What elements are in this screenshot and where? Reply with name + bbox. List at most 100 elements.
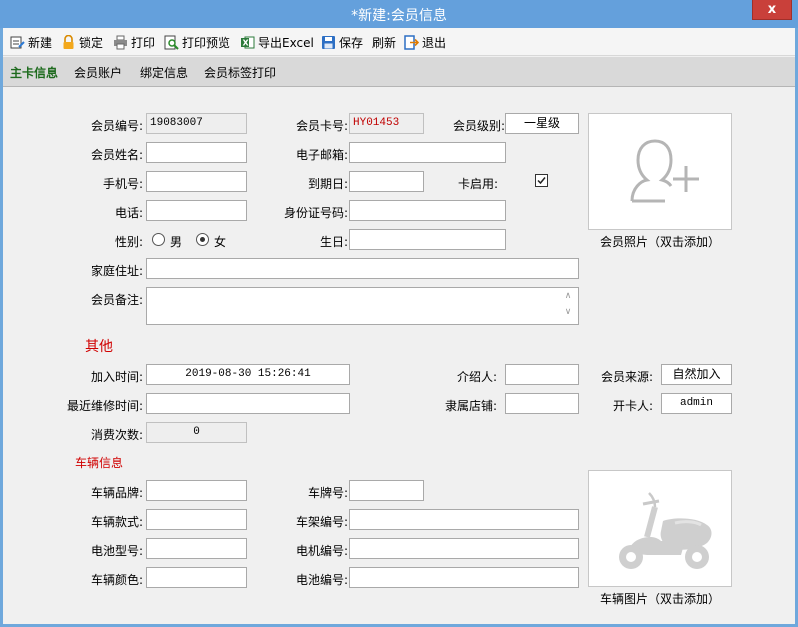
printer-icon bbox=[113, 35, 128, 50]
print-preview-label: 打印预览 bbox=[182, 35, 231, 50]
tab-bar: 主卡信息 会员账户 绑定信息 会员标签打印 bbox=[3, 57, 795, 87]
phone-field[interactable] bbox=[146, 200, 247, 221]
save-disk-icon bbox=[321, 35, 336, 50]
print-preview-button[interactable]: 打印预览 bbox=[164, 32, 230, 52]
referrer-label: 介绍人: bbox=[456, 370, 497, 384]
birthday-label: 生日: bbox=[319, 235, 348, 249]
gender-female-radio[interactable] bbox=[196, 233, 209, 246]
source-label: 会员来源: bbox=[600, 370, 653, 384]
level-label: 会员级别: bbox=[452, 119, 505, 133]
plate-field[interactable] bbox=[349, 480, 424, 501]
vehicle-model-label: 车辆款式: bbox=[90, 515, 143, 529]
email-label: 电子邮箱: bbox=[295, 148, 348, 162]
print-label: 打印 bbox=[131, 35, 156, 50]
tab-binding[interactable]: 绑定信息 bbox=[140, 64, 188, 81]
opener-field[interactable]: admin bbox=[661, 393, 732, 414]
opener-label: 开卡人: bbox=[612, 399, 653, 413]
vehicle-model-field[interactable] bbox=[146, 509, 247, 530]
battery-type-field[interactable] bbox=[146, 538, 247, 559]
source-field[interactable]: 自然加入 bbox=[661, 364, 732, 385]
app-window: *新建:会员信息 x 新建 锁定 打印 打印预览 X 导出Excel 保存 刷新… bbox=[0, 0, 798, 627]
birthday-field[interactable] bbox=[349, 229, 506, 250]
save-button[interactable]: 保存 bbox=[321, 32, 363, 52]
card-enabled-label: 卡启用: bbox=[457, 177, 498, 191]
email-field[interactable] bbox=[349, 142, 506, 163]
add-person-icon bbox=[630, 139, 699, 203]
client-area: 新建 锁定 打印 打印预览 X 导出Excel 保存 刷新 退出 主卡信息 会员… bbox=[3, 28, 795, 624]
tab-main-card[interactable]: 主卡信息 bbox=[10, 64, 58, 81]
exit-button[interactable]: 退出 bbox=[404, 32, 446, 52]
scroll-up-icon[interactable]: ∧ bbox=[561, 288, 575, 304]
join-time-field[interactable]: 2019-08-30 15:26:41 bbox=[146, 364, 350, 385]
battery-type-label: 电池型号: bbox=[90, 544, 143, 558]
export-excel-label: 导出Excel bbox=[258, 35, 314, 50]
mobile-label: 手机号: bbox=[102, 177, 143, 191]
print-button[interactable]: 打印 bbox=[113, 32, 155, 52]
refresh-label: 刷新 bbox=[372, 35, 397, 50]
vehicle-photo[interactable] bbox=[588, 470, 732, 587]
window-title: *新建:会员信息 bbox=[351, 8, 447, 24]
name-field[interactable] bbox=[146, 142, 247, 163]
consume-count-label: 消费次数: bbox=[90, 428, 143, 442]
member-photo-caption: 会员照片（双击添加） bbox=[599, 235, 720, 249]
scroll-down-icon[interactable]: ∨ bbox=[561, 304, 575, 320]
plate-label: 车牌号: bbox=[307, 486, 348, 500]
vehicle-color-label: 车辆颜色: bbox=[90, 573, 143, 587]
card-enabled-checkbox[interactable] bbox=[535, 174, 548, 187]
excel-icon: X bbox=[240, 35, 255, 50]
address-field[interactable] bbox=[146, 258, 579, 279]
lock-label: 锁定 bbox=[79, 35, 104, 50]
new-document-icon bbox=[10, 35, 25, 50]
close-button[interactable]: x bbox=[752, 0, 792, 20]
card-no-label: 会员卡号: bbox=[295, 119, 348, 133]
vehicle-brand-field[interactable] bbox=[146, 480, 247, 501]
tab-label-print[interactable]: 会员标签打印 bbox=[204, 64, 276, 81]
save-label: 保存 bbox=[339, 35, 364, 50]
lock-button[interactable]: 锁定 bbox=[61, 32, 103, 52]
store-label: 隶属店铺: bbox=[444, 399, 497, 413]
gender-male-radio[interactable] bbox=[152, 233, 165, 246]
vehicle-photo-caption: 车辆图片（双击添加） bbox=[599, 592, 720, 606]
name-label: 会员姓名: bbox=[90, 148, 143, 162]
new-label: 新建 bbox=[28, 35, 53, 50]
svg-text:X: X bbox=[243, 38, 250, 47]
mobile-field[interactable] bbox=[146, 171, 247, 192]
phone-label: 电话: bbox=[114, 206, 143, 220]
lock-icon bbox=[61, 34, 76, 50]
member-no-field[interactable]: 19083007 bbox=[146, 113, 247, 134]
gender-female-label: 女 bbox=[214, 235, 227, 249]
last-repair-label: 最近维修时间: bbox=[66, 399, 143, 413]
battery-no-field[interactable] bbox=[349, 567, 579, 588]
level-field[interactable]: 一星级 bbox=[505, 113, 579, 134]
print-preview-icon bbox=[164, 35, 179, 50]
remark-scrollbar[interactable]: ∧ ∨ bbox=[561, 288, 575, 322]
address-label: 家庭住址: bbox=[90, 264, 143, 278]
frame-no-field[interactable] bbox=[349, 509, 579, 530]
motor-no-label: 电机编号: bbox=[295, 544, 348, 558]
motor-no-field[interactable] bbox=[349, 538, 579, 559]
vehicle-brand-label: 车辆品牌: bbox=[90, 486, 143, 500]
toolbar: 新建 锁定 打印 打印预览 X 导出Excel 保存 刷新 退出 bbox=[3, 28, 795, 56]
checkmark-icon bbox=[537, 177, 546, 185]
remark-label: 会员备注: bbox=[90, 293, 143, 307]
gender-male-label: 男 bbox=[170, 235, 183, 249]
new-button[interactable]: 新建 bbox=[10, 32, 52, 52]
consume-count-field[interactable]: 0 bbox=[146, 422, 247, 443]
expire-label: 到期日: bbox=[307, 177, 348, 191]
gender-label: 性别: bbox=[114, 235, 143, 249]
exit-door-icon bbox=[404, 34, 419, 50]
id-card-label: 身份证号码: bbox=[283, 206, 348, 220]
tab-member-account[interactable]: 会员账户 bbox=[74, 64, 122, 81]
refresh-button[interactable]: 刷新 bbox=[372, 32, 396, 52]
export-excel-button[interactable]: X 导出Excel bbox=[240, 32, 314, 52]
scooter-icon bbox=[619, 492, 712, 569]
remark-textarea[interactable] bbox=[146, 287, 579, 325]
other-section-title: 其他 bbox=[85, 339, 113, 355]
id-card-field[interactable] bbox=[349, 200, 506, 221]
exit-label: 退出 bbox=[422, 35, 447, 50]
vehicle-color-field[interactable] bbox=[146, 567, 247, 588]
title-bar: *新建:会员信息 x bbox=[0, 0, 798, 28]
member-photo[interactable] bbox=[588, 113, 732, 230]
battery-no-label: 电池编号: bbox=[295, 573, 348, 587]
last-repair-field[interactable] bbox=[146, 393, 350, 414]
